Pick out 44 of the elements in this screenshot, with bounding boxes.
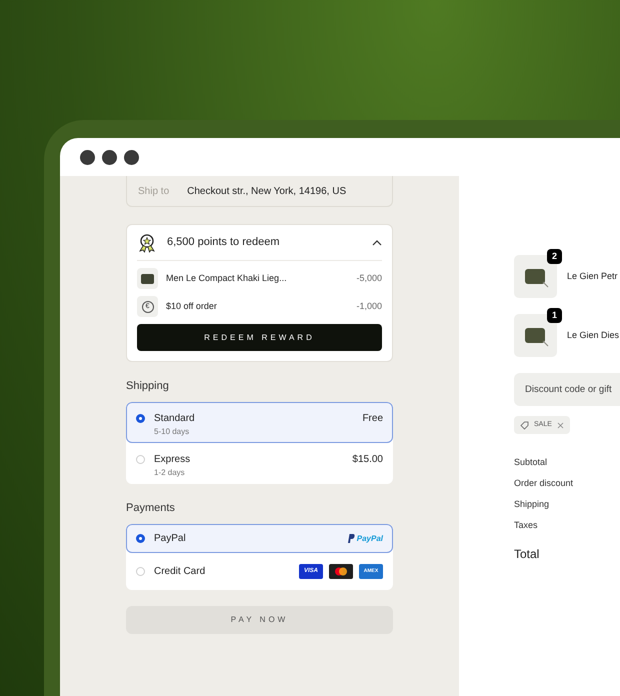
rewards-title: 6,500 points to redeem	[167, 235, 281, 250]
paypal-logo: PayPal	[356, 532, 383, 544]
quantity-badge: 2	[547, 249, 562, 264]
payment-name: PayPal	[154, 532, 187, 546]
discount-field[interactable]: Discount code or gift	[514, 373, 620, 406]
reward-name: Men Le Compact Khaki Lieg...	[166, 272, 288, 285]
paypal-p-icon	[346, 534, 355, 543]
ship-to-label: Ship to	[138, 184, 170, 198]
summary-label: Shipping	[514, 498, 550, 510]
shipping-price: $15.00	[352, 453, 383, 467]
radio-button[interactable]	[136, 455, 145, 464]
quantity-badge: 1	[547, 308, 562, 323]
pay-now-button[interactable]: PAY NOW	[126, 606, 393, 634]
ship-to-address: Checkout str., New York, 14196, US	[187, 184, 346, 198]
radio-button[interactable]	[136, 414, 145, 423]
mastercard-logo	[329, 564, 353, 579]
payment-name: Credit Card	[154, 565, 206, 579]
shipping-duration: 5-10 days	[154, 426, 190, 438]
tag-icon	[520, 420, 529, 430]
summary-label: Subtotal	[514, 456, 548, 468]
reward-points: -1,000	[356, 300, 382, 313]
redeem-reward-button[interactable]: REDEEM REWARD	[137, 324, 382, 351]
total-label: Total	[514, 546, 540, 563]
summary-label: Order discount	[514, 477, 574, 489]
shipping-price: Free	[362, 412, 383, 426]
payments-heading: Payments	[126, 501, 176, 514]
close-icon[interactable]	[556, 422, 564, 428]
product-name: Le Gien Dies	[567, 328, 620, 342]
product-name: Le Gien Petr	[567, 270, 618, 283]
summary-label: Taxes	[514, 519, 539, 531]
shipping-option[interactable]: Express 1-2 days $15.00	[126, 443, 393, 484]
reward-points: -5,000	[356, 272, 382, 285]
radio-button[interactable]	[136, 534, 145, 543]
chevron-up-icon[interactable]	[372, 240, 382, 246]
shipping-duration: 1-2 days	[154, 467, 186, 479]
reward-name: $10 off order	[166, 300, 218, 313]
shipping-heading: Shipping	[126, 379, 170, 392]
shipping-option[interactable]: Standard 5-10 days Free	[126, 402, 393, 443]
payment-option[interactable]: PayPal PayPal	[126, 524, 393, 553]
shipping-name: Express	[154, 453, 192, 467]
award-icon	[137, 232, 157, 252]
shipping-name: Standard	[154, 412, 196, 426]
reward-thumbnail	[137, 268, 158, 289]
radio-button[interactable]	[136, 567, 145, 576]
